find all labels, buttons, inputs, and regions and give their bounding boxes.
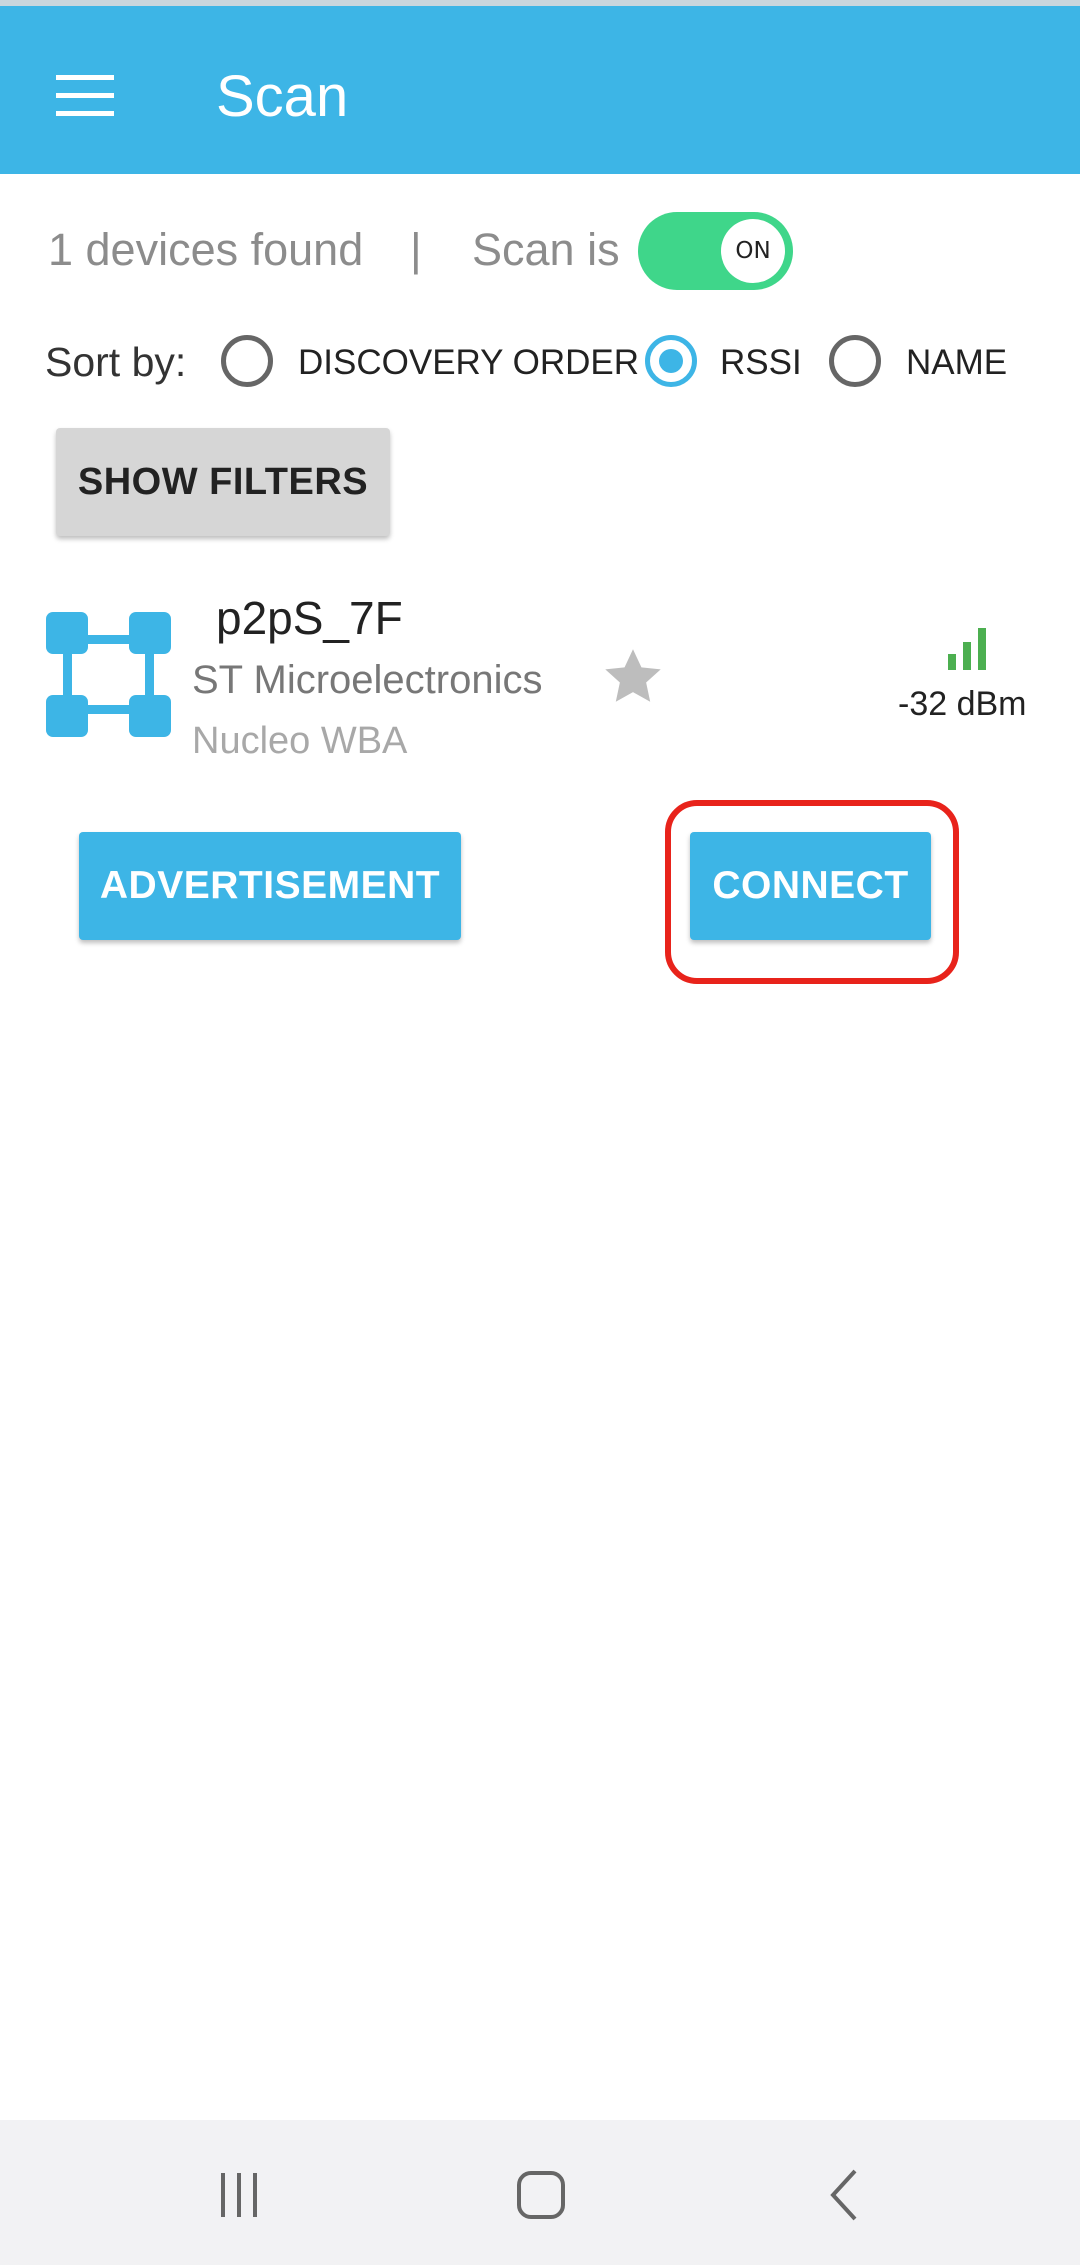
devices-found-count: 1 devices found [48,224,364,275]
recents-button[interactable] [194,2155,284,2235]
scan-toggle[interactable]: ON [638,212,793,290]
toggle-knob: ON [721,219,785,283]
rssi-value: -32 dBm [898,685,1027,723]
home-button[interactable] [496,2155,586,2235]
scan-is-label: Scan is [472,224,620,275]
radio-label-discovery-order[interactable]: DISCOVERY ORDER [298,340,639,386]
device-name: p2pS_7F [216,592,403,644]
home-icon [517,2171,565,2219]
radio-label-rssi[interactable]: RSSI [720,340,802,386]
back-button[interactable] [800,2155,890,2235]
app-bar: Scan [0,6,1080,174]
radio-label-name[interactable]: NAME [906,340,1007,386]
show-filters-button[interactable]: SHOW FILTERS [56,428,390,536]
device-model: Nucleo WBA [192,720,408,762]
separator: | [410,224,422,275]
menu-button[interactable] [40,56,130,136]
radio-name[interactable] [829,335,881,387]
device-manufacturer: ST Microelectronics [192,658,543,702]
radio-rssi[interactable] [645,335,697,387]
recent-apps-icon [221,2173,257,2217]
signal-bars-icon [948,628,986,670]
sort-by-label: Sort by: [45,339,187,385]
hamburger-menu-icon [56,75,114,116]
star-icon[interactable] [598,642,668,712]
page-title: Scan [216,64,349,129]
radio-selected-dot [659,349,683,373]
connect-button[interactable]: CONNECT [690,832,931,940]
system-nav-bar [0,2120,1080,2265]
advertisement-button[interactable]: ADVERTISEMENT [79,832,461,940]
back-icon [830,2169,857,2221]
board-nodes-icon [46,612,171,737]
toggle-state-label: ON [735,238,771,264]
radio-discovery-order[interactable] [221,335,273,387]
